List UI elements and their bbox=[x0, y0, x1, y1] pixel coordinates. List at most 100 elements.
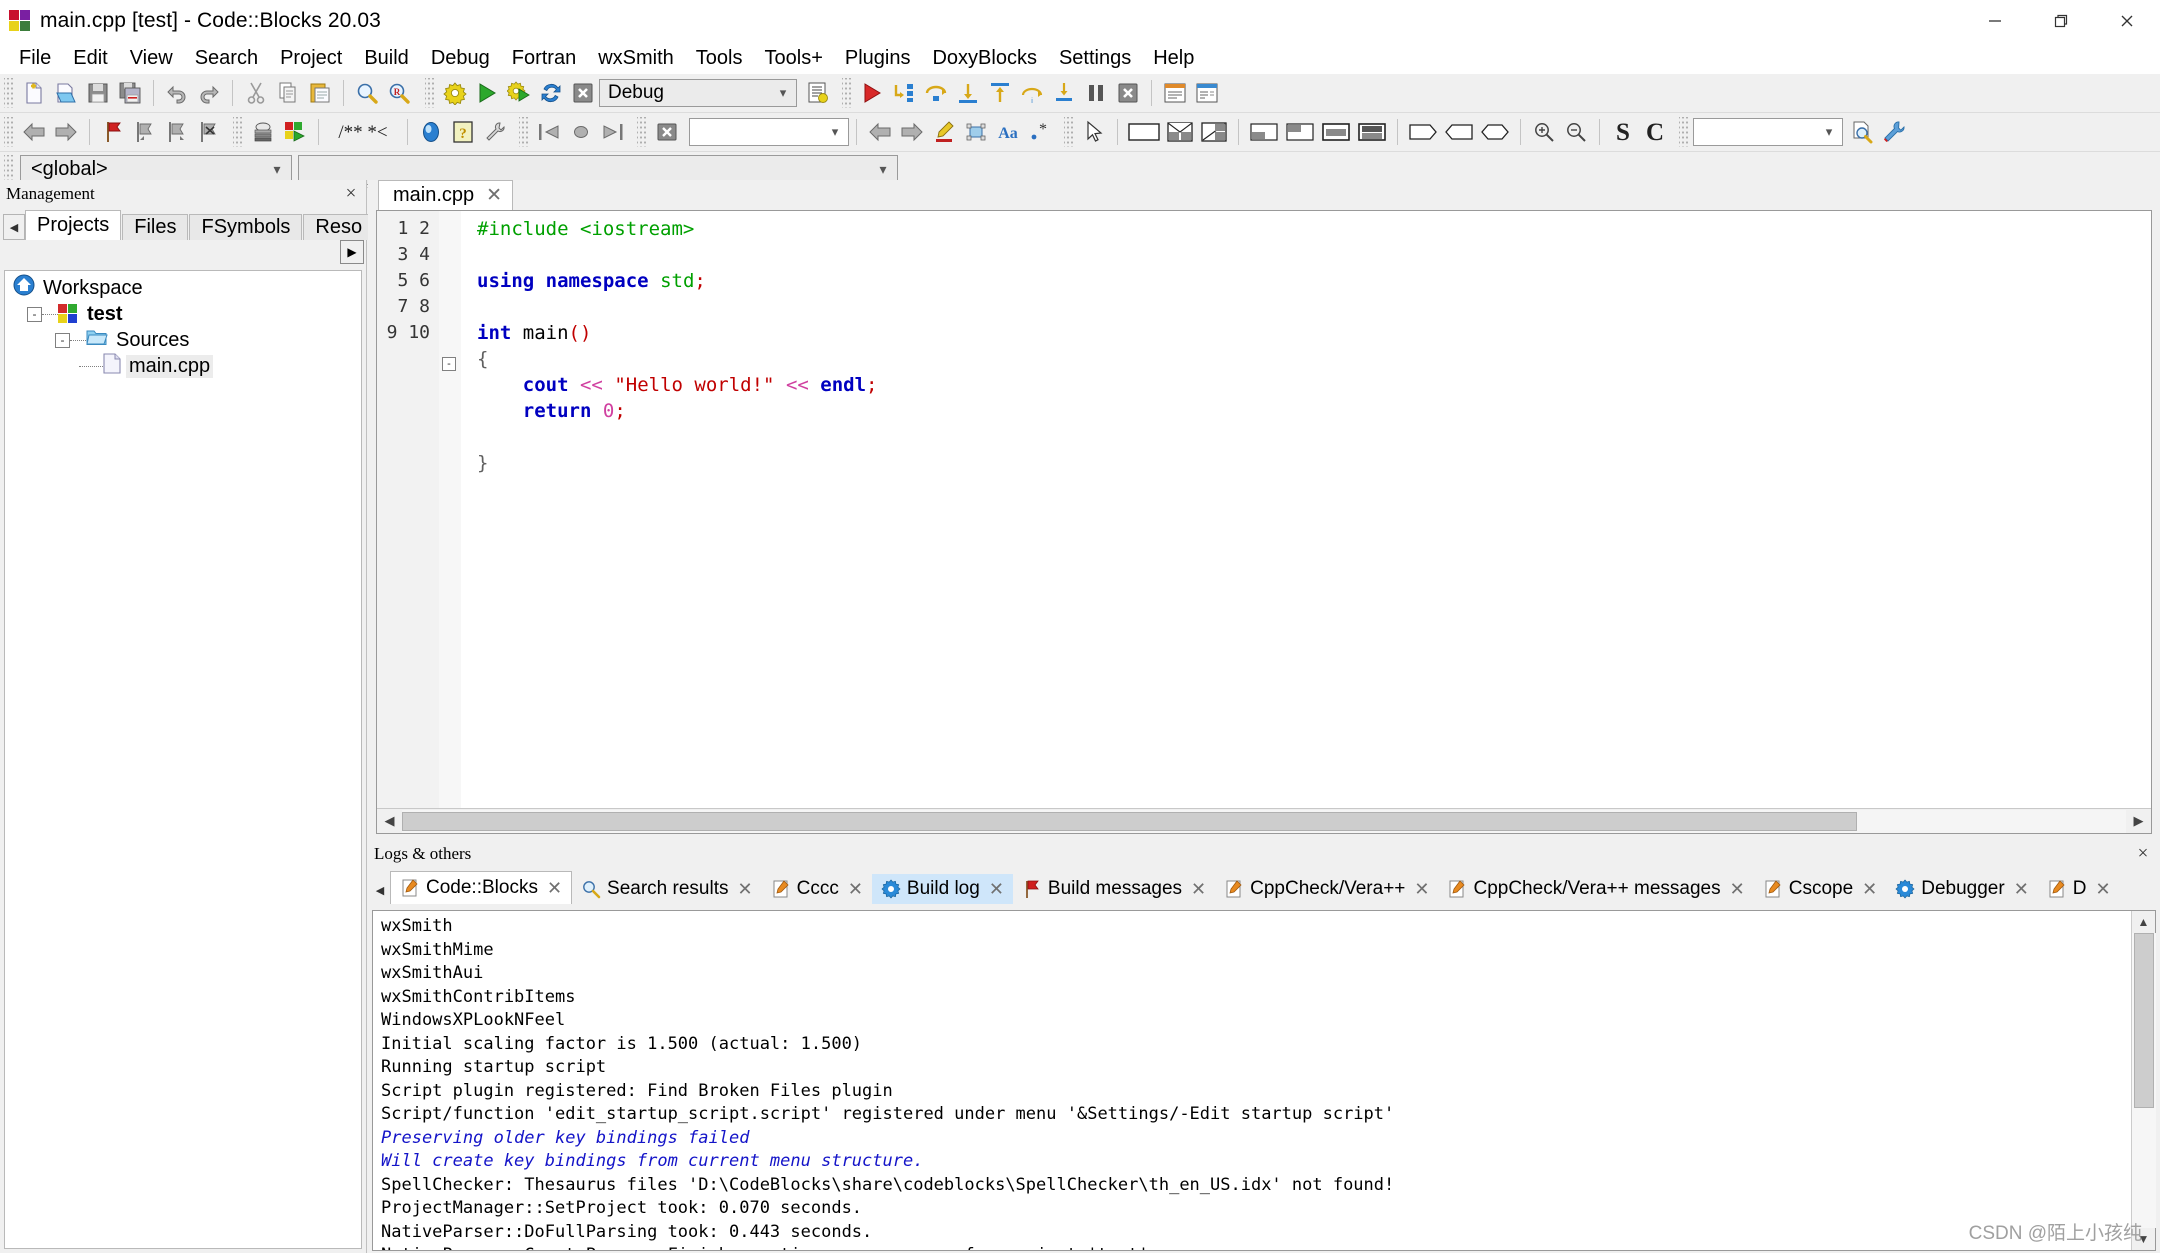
toolbar-grip[interactable] bbox=[4, 78, 15, 108]
panel-icon[interactable] bbox=[1126, 117, 1162, 147]
close-icon[interactable]: ✕ bbox=[738, 879, 753, 900]
scroll-thumb[interactable] bbox=[402, 811, 1857, 831]
last-icon[interactable] bbox=[598, 117, 628, 147]
close-icon[interactable]: ✕ bbox=[547, 878, 562, 899]
management-tab-projects[interactable]: Projects bbox=[25, 210, 122, 240]
new-file-icon[interactable] bbox=[19, 78, 49, 108]
tree-item-project[interactable]: - test bbox=[5, 301, 361, 327]
debugging-windows-icon[interactable] bbox=[1160, 78, 1190, 108]
replace-icon[interactable]: R bbox=[384, 78, 414, 108]
editor-horizontal-scrollbar[interactable]: ◀ ▶ bbox=[377, 808, 2151, 833]
tree-item-folder[interactable]: - Sources bbox=[5, 327, 361, 353]
clear-icon[interactable] bbox=[652, 117, 682, 147]
next-bookmark-icon[interactable] bbox=[162, 117, 192, 147]
build-icon[interactable] bbox=[440, 78, 470, 108]
selection-only-icon[interactable] bbox=[961, 117, 991, 147]
logs-tab-build-messages[interactable]: Build messages ✕ bbox=[1012, 874, 1216, 904]
scroll-track[interactable] bbox=[402, 809, 2126, 833]
forward-icon[interactable] bbox=[51, 117, 81, 147]
scroll-track[interactable] bbox=[2131, 933, 2156, 1228]
fold-marker[interactable]: - bbox=[442, 357, 456, 371]
toolbar-grip[interactable] bbox=[1064, 117, 1075, 147]
debug-continue-icon[interactable] bbox=[857, 78, 887, 108]
menu-item-help[interactable]: Help bbox=[1142, 44, 1205, 73]
toolbar-grip[interactable] bbox=[4, 117, 15, 147]
clear-bookmarks-icon[interactable] bbox=[194, 117, 224, 147]
logs-tab-cppcheck-vera-[interactable]: CppCheck/Vera++ ✕ bbox=[1215, 874, 1439, 904]
menu-item-wxsmith[interactable]: wxSmith bbox=[587, 44, 685, 73]
step-out-icon[interactable] bbox=[985, 78, 1015, 108]
doxyblocks-comment-button[interactable]: /** *< bbox=[327, 117, 399, 147]
tree-expander-project[interactable]: - bbox=[27, 306, 42, 322]
editor-tab-main-cpp[interactable]: main.cpp ✕ bbox=[378, 180, 514, 210]
doxyblocks-config-icon[interactable] bbox=[480, 117, 510, 147]
close-icon[interactable]: ✕ bbox=[1730, 879, 1745, 900]
prev-match-icon[interactable] bbox=[865, 117, 895, 147]
close-icon[interactable]: ✕ bbox=[1191, 879, 1206, 900]
save-icon[interactable] bbox=[83, 78, 113, 108]
minimize-icon[interactable] bbox=[1962, 0, 2028, 42]
break-debugger-icon[interactable] bbox=[1081, 78, 1111, 108]
zoom-in-icon[interactable] bbox=[1529, 117, 1559, 147]
close-icon[interactable]: ✕ bbox=[1862, 879, 1877, 900]
logs-tab-cppcheck-vera-messages[interactable]: CppCheck/Vera++ messages ✕ bbox=[1438, 874, 1754, 904]
run-to-cursor-icon[interactable] bbox=[889, 78, 919, 108]
copy-icon[interactable] bbox=[273, 78, 303, 108]
build-target-combo[interactable]: Debug ▾ bbox=[599, 79, 797, 107]
toolbar-grip[interactable] bbox=[233, 117, 244, 147]
toolbar-grip[interactable] bbox=[1679, 117, 1690, 147]
menu-item-fortran[interactable]: Fortran bbox=[501, 44, 587, 73]
menu-item-plugins[interactable]: Plugins bbox=[834, 44, 922, 73]
close-icon[interactable]: ✕ bbox=[486, 184, 502, 207]
menu-item-edit[interactable]: Edit bbox=[62, 44, 118, 73]
logs-tab-cccc[interactable]: Cccc ✕ bbox=[761, 874, 872, 904]
match-case-icon[interactable]: Aa bbox=[993, 117, 1023, 147]
menu-item-project[interactable]: Project bbox=[269, 44, 353, 73]
logs-tab-cscope[interactable]: Cscope ✕ bbox=[1753, 874, 1887, 904]
toolbar-grip[interactable] bbox=[425, 78, 436, 108]
logs-tab-d[interactable]: D ✕ bbox=[2037, 874, 2120, 904]
close-icon[interactable]: ✕ bbox=[989, 879, 1004, 900]
save-all-icon[interactable] bbox=[115, 78, 145, 108]
logs-tab-code-blocks[interactable]: Code::Blocks ✕ bbox=[390, 871, 573, 904]
step-into-instruction-icon[interactable] bbox=[1049, 78, 1079, 108]
tree-item-workspace[interactable]: Workspace bbox=[5, 274, 361, 301]
toolbar-grip[interactable] bbox=[519, 117, 530, 147]
paste-icon[interactable] bbox=[305, 78, 335, 108]
management-tab-files[interactable]: Files bbox=[122, 214, 189, 240]
rebuild-icon[interactable] bbox=[536, 78, 566, 108]
wxsmith-icon[interactable] bbox=[280, 117, 310, 147]
close-icon[interactable] bbox=[2094, 0, 2160, 42]
toggle-bookmark-icon[interactable] bbox=[98, 117, 128, 147]
undo-icon[interactable] bbox=[162, 78, 192, 108]
build-and-run-icon[interactable] bbox=[504, 78, 534, 108]
scroll-right-icon[interactable]: ▶ bbox=[2126, 809, 2151, 833]
zoom-out-icon[interactable] bbox=[1561, 117, 1591, 147]
find-icon[interactable] bbox=[352, 78, 382, 108]
stop-debugger-icon[interactable] bbox=[1113, 78, 1143, 108]
editor-text-area[interactable]: 1 2 3 4 5 6 7 8 9 10 - #include <iostrea… bbox=[377, 211, 2151, 808]
restore-icon[interactable] bbox=[2028, 0, 2094, 42]
next-match-icon[interactable] bbox=[897, 117, 927, 147]
menu-item-doxyblocks[interactable]: DoxyBlocks bbox=[921, 44, 1047, 73]
logs-text[interactable]: wxSmith wxSmithMime wxSmithAui wxSmithContr… bbox=[373, 911, 2131, 1250]
cut-icon[interactable] bbox=[241, 78, 271, 108]
close-icon[interactable]: ✕ bbox=[1414, 879, 1429, 900]
align-right-icon[interactable] bbox=[1319, 117, 1353, 147]
back-icon[interactable] bbox=[19, 117, 49, 147]
split-d-icon[interactable] bbox=[1198, 117, 1230, 147]
close-icon[interactable]: ✕ bbox=[2096, 879, 2111, 900]
scroll-up-icon[interactable]: ▲ bbox=[2132, 911, 2156, 933]
logs-tab-debugger[interactable]: Debugger ✕ bbox=[1886, 874, 2038, 904]
toolbar-grip[interactable] bbox=[842, 78, 853, 108]
logs-tabs-scroll-left[interactable]: ◀ bbox=[370, 876, 390, 904]
build-targets-icon[interactable] bbox=[803, 78, 833, 108]
management-tab-fsymbols[interactable]: FSymbols bbox=[189, 214, 303, 240]
menu-item-tools-[interactable]: Tools+ bbox=[754, 44, 834, 73]
align-left-icon[interactable] bbox=[1247, 117, 1281, 147]
next-instruction-icon[interactable]: i bbox=[1017, 78, 1047, 108]
pointer-icon[interactable] bbox=[1079, 117, 1109, 147]
menu-item-search[interactable]: Search bbox=[184, 44, 269, 73]
management-tab-reso[interactable]: Reso bbox=[303, 214, 375, 240]
tree-item-file[interactable]: main.cpp bbox=[5, 352, 361, 379]
